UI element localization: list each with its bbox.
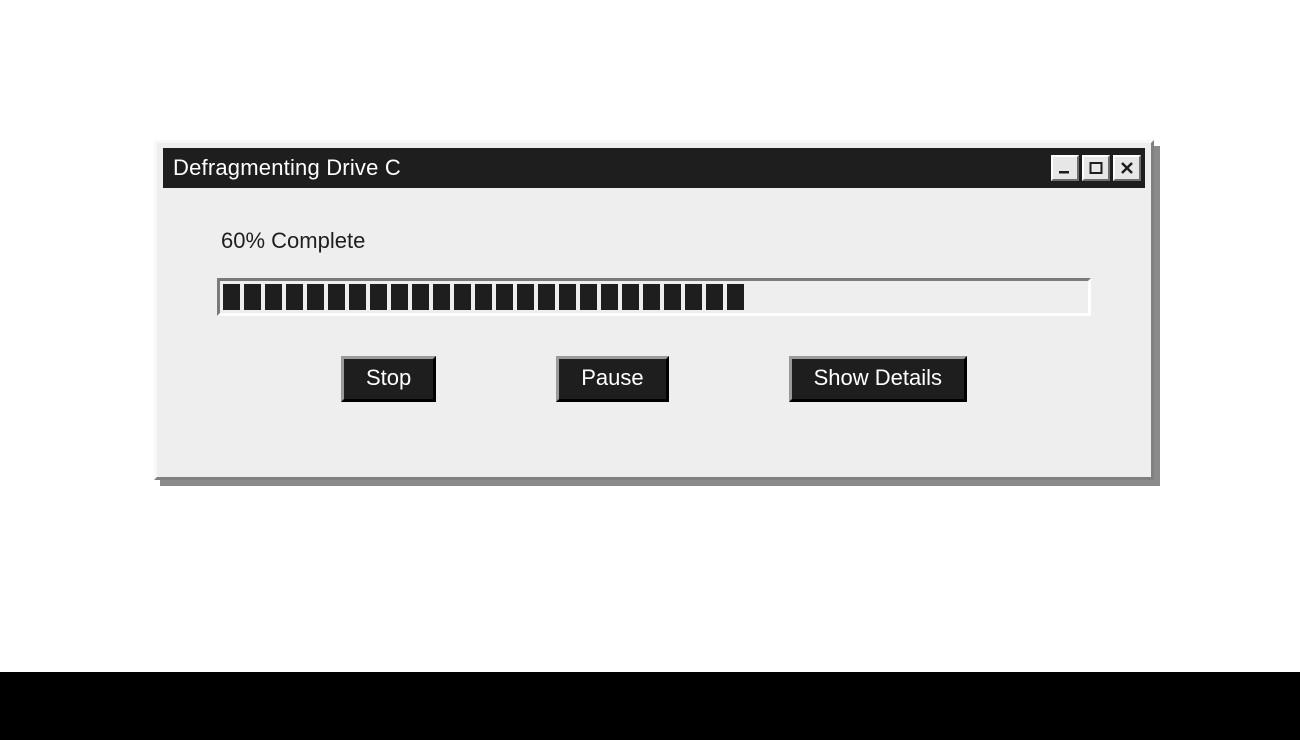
pause-button[interactable]: Pause [556, 356, 668, 402]
defrag-dialog: Defragmenting Drive C 60% Complete [154, 140, 1154, 480]
progress-segment [244, 284, 261, 310]
maximize-icon [1088, 161, 1104, 175]
window-title: Defragmenting Drive C [173, 155, 401, 181]
progress-segment [517, 284, 534, 310]
footer-strip [0, 672, 1300, 740]
progress-segment [412, 284, 429, 310]
progress-segment [496, 284, 513, 310]
show-details-button[interactable]: Show Details [789, 356, 967, 402]
action-row: Stop Pause Show Details [217, 356, 1091, 402]
progress-segment [265, 284, 282, 310]
progress-segment [559, 284, 576, 310]
window-controls [1051, 155, 1141, 181]
progress-segment [433, 284, 450, 310]
close-button[interactable] [1113, 155, 1141, 181]
titlebar[interactable]: Defragmenting Drive C [163, 148, 1145, 188]
progress-segment [454, 284, 471, 310]
progress-segment [349, 284, 366, 310]
progress-segment [643, 284, 660, 310]
progress-segment [475, 284, 492, 310]
progress-segment [685, 284, 702, 310]
progress-segment [727, 284, 744, 310]
stop-button[interactable]: Stop [341, 356, 436, 402]
progress-segment [391, 284, 408, 310]
progress-segment [601, 284, 618, 310]
progress-segment [328, 284, 345, 310]
minimize-button[interactable] [1051, 155, 1079, 181]
progress-segment [307, 284, 324, 310]
progress-segment [706, 284, 723, 310]
minimize-icon [1057, 161, 1073, 175]
progress-segment [664, 284, 681, 310]
progress-segment [286, 284, 303, 310]
progress-segment [580, 284, 597, 310]
maximize-button[interactable] [1082, 155, 1110, 181]
progress-segment [370, 284, 387, 310]
dialog-body: 60% Complete Stop Pause Show Details [157, 188, 1151, 402]
progress-segment [223, 284, 240, 310]
close-icon [1119, 161, 1135, 175]
progress-bar [217, 278, 1091, 316]
progress-segment [622, 284, 639, 310]
progress-status: 60% Complete [221, 228, 1091, 254]
progress-segment [538, 284, 555, 310]
